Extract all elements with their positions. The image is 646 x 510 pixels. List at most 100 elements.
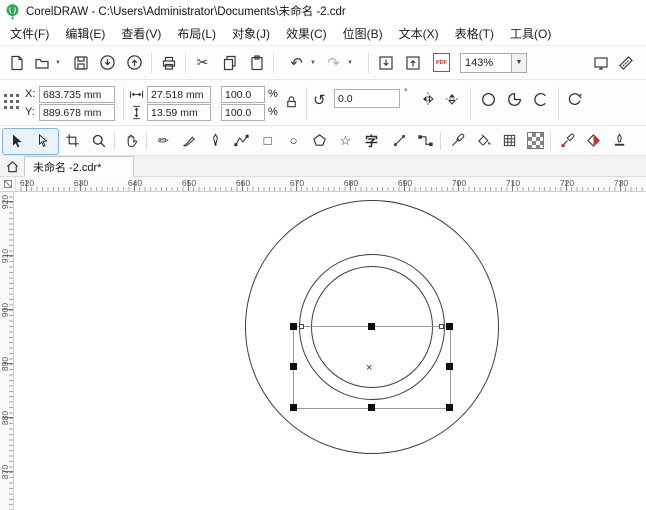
artistic-media-tool[interactable] — [178, 129, 201, 152]
selection-handle-top-left[interactable] — [290, 323, 297, 330]
arc-node-left[interactable] — [299, 324, 304, 329]
smart-fill-tool[interactable] — [472, 129, 495, 152]
redo-button[interactable]: ↷ — [321, 50, 346, 75]
rotation-angle-field[interactable]: 0.0 — [334, 89, 400, 108]
horizontal-ruler[interactable] — [0, 177, 646, 192]
menu-table[interactable]: 表格(T) — [447, 22, 502, 45]
selection-handle-bottom-left[interactable] — [290, 404, 297, 411]
export-button[interactable] — [400, 50, 425, 75]
zoom-dropdown-caret[interactable]: ▼ — [512, 52, 527, 73]
polygon-tool[interactable] — [308, 129, 331, 152]
redo-dropdown-caret[interactable]: ▼ — [346, 60, 354, 66]
paste-button[interactable] — [244, 50, 269, 75]
mesh-fill-tool[interactable] — [498, 129, 521, 152]
polyline-tool[interactable] — [230, 129, 253, 152]
dimension-tool[interactable] — [388, 129, 411, 152]
mirror-vertical-button[interactable] — [444, 91, 460, 107]
zoom-level-value[interactable]: 143% — [460, 52, 512, 73]
import-button[interactable] — [373, 50, 398, 75]
menu-object[interactable]: 对象(J) — [224, 22, 278, 45]
menu-bitmaps[interactable]: 位图(B) — [335, 22, 391, 45]
ellipse-tool[interactable]: ○ — [282, 129, 305, 152]
star-tool[interactable]: ☆ — [334, 129, 357, 152]
y-position-field[interactable]: 889.678 mm — [39, 104, 115, 121]
change-direction-button[interactable] — [566, 91, 583, 108]
print-button[interactable] — [156, 50, 181, 75]
cut-button[interactable]: ✂ — [190, 50, 215, 75]
open-button[interactable] — [29, 50, 54, 75]
toolbox-separator — [146, 132, 147, 150]
undo-dropdown-caret[interactable]: ▼ — [309, 60, 317, 66]
arc-mode-button[interactable] — [532, 91, 549, 108]
zoom-tool[interactable] — [87, 129, 110, 152]
zoom-level-combobox[interactable]: 143% ▼ — [460, 52, 527, 73]
fullscreen-preview-button[interactable] — [588, 50, 613, 75]
text-tool[interactable]: 字 — [360, 129, 383, 152]
hruler-label: 620 — [19, 178, 35, 188]
selection-handle-bottom-right[interactable] — [446, 404, 453, 411]
freehand-tool[interactable]: ✏ — [152, 129, 175, 152]
new-document-button[interactable] — [4, 50, 29, 75]
save-button[interactable] — [68, 50, 93, 75]
selection-handle-middle-left[interactable] — [290, 363, 297, 370]
eyedropper-tool[interactable] — [446, 129, 469, 152]
copy-button[interactable] — [217, 50, 242, 75]
toolbar-separator — [273, 52, 274, 73]
menu-tools[interactable]: 工具(O) — [502, 22, 559, 45]
object-height-field[interactable]: 13.59 mm — [147, 104, 211, 121]
menu-view[interactable]: 查看(V) — [113, 22, 169, 45]
connector-tool[interactable] — [414, 129, 437, 152]
toolbar-separator — [151, 52, 152, 73]
rectangle-tool[interactable]: □ — [256, 129, 279, 152]
ruler-origin-button[interactable] — [0, 177, 16, 192]
object-width-field[interactable]: 27.518 mm — [147, 86, 211, 103]
open-from-cloud-button[interactable] — [95, 50, 120, 75]
publish-pdf-button[interactable]: PDF — [429, 50, 454, 75]
interactive-fill-tool[interactable] — [582, 129, 605, 152]
undo-button[interactable]: ↶ — [284, 50, 309, 75]
color-eyedropper-tool[interactable] — [556, 129, 579, 152]
pick-tool[interactable] — [5, 129, 28, 152]
menu-file[interactable]: 文件(F) — [2, 22, 57, 45]
pen-tool[interactable] — [204, 129, 227, 152]
x-position-field[interactable]: 683.735 mm — [39, 86, 115, 103]
show-rulers-button[interactable] — [613, 50, 638, 75]
object-origin-grid-icon[interactable] — [3, 93, 20, 110]
menu-effects[interactable]: 效果(C) — [278, 22, 335, 45]
mirror-horizontal-button[interactable] — [420, 91, 436, 107]
welcome-tab-button[interactable] — [3, 157, 22, 176]
shape-tool[interactable] — [31, 129, 54, 152]
hruler-label: 630 — [73, 178, 89, 188]
selection-handle-top-right[interactable] — [446, 323, 453, 330]
lock-ratio-icon[interactable] — [284, 94, 299, 109]
pie-mode-button[interactable] — [506, 91, 523, 108]
selection-handle-top-middle[interactable] — [368, 323, 375, 330]
menu-text[interactable]: 文本(X) — [391, 22, 447, 45]
open-dropdown-caret[interactable]: ▼ — [54, 60, 62, 66]
hruler-label: 720 — [559, 178, 575, 188]
selection-handle-bottom-middle[interactable] — [368, 404, 375, 411]
menu-bar: 文件(F) 编辑(E) 查看(V) 布局(L) 对象(J) 效果(C) 位图(B… — [0, 22, 646, 46]
crop-tool[interactable] — [61, 129, 84, 152]
pan-tool[interactable] — [120, 129, 143, 152]
y-position-label: Y: — [25, 106, 35, 118]
scale-x-field[interactable]: 100.0 — [221, 86, 265, 103]
menu-layout[interactable]: 布局(L) — [169, 22, 224, 45]
arc-node-right[interactable] — [439, 324, 444, 329]
x-position-label: X: — [25, 88, 36, 100]
transparency-tool[interactable] — [524, 129, 547, 152]
toolbar-separator — [185, 52, 186, 73]
title-bar: CorelDRAW - C:\Users\Administrator\Docum… — [0, 0, 646, 22]
outline-pen-tool[interactable] — [608, 129, 631, 152]
toolbar-separator — [368, 52, 369, 73]
selection-handle-middle-right[interactable] — [446, 363, 453, 370]
save-to-cloud-button[interactable] — [122, 50, 147, 75]
coreldraw-logo-icon — [5, 3, 20, 20]
menu-edit[interactable]: 编辑(E) — [57, 22, 113, 45]
hruler-label: 690 — [397, 178, 413, 188]
document-tab-active[interactable]: 未命名 -2.cdr* — [24, 156, 134, 177]
hruler-label: 650 — [181, 178, 197, 188]
scale-y-field[interactable]: 100.0 — [221, 104, 265, 121]
ellipse-mode-button[interactable] — [480, 91, 497, 108]
object-center-marker[interactable]: × — [366, 363, 372, 374]
